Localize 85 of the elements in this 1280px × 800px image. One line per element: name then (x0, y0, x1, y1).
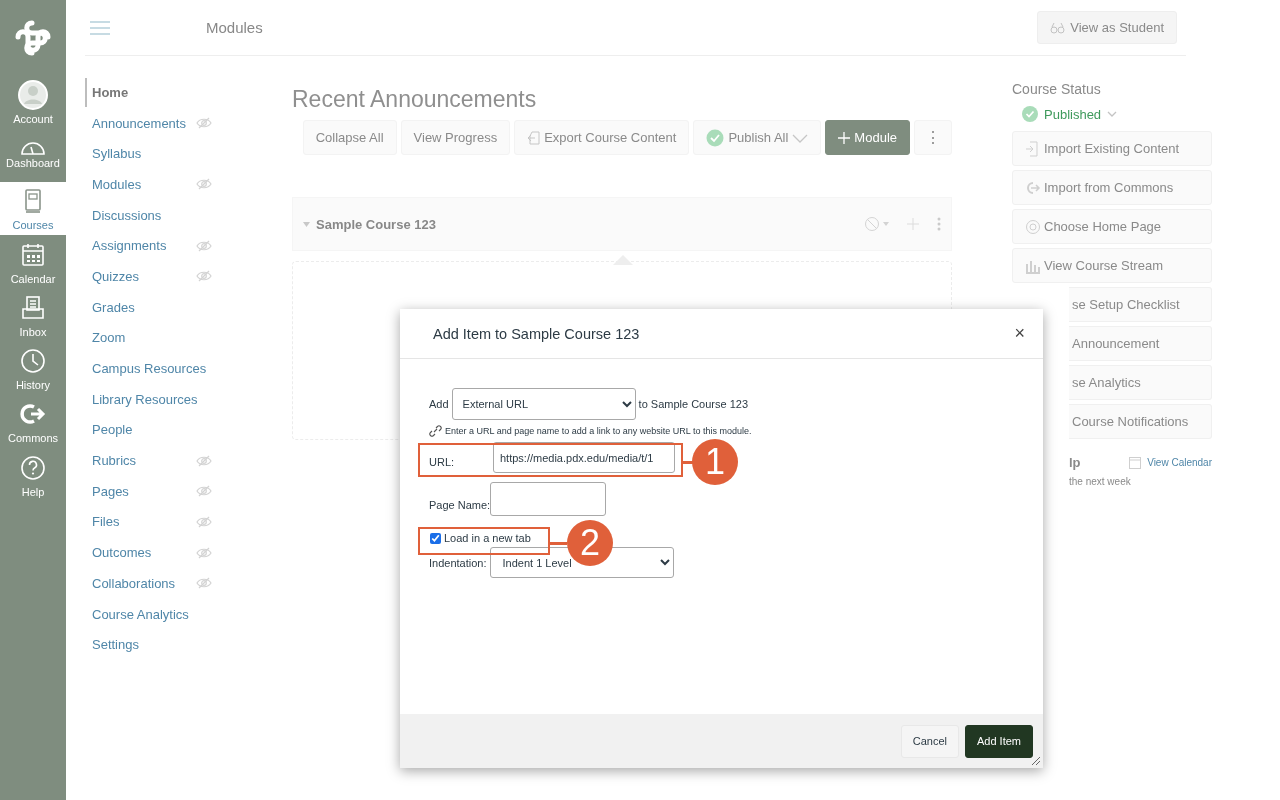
course-nav-link[interactable]: Discussions (85, 200, 162, 230)
section-heading: lp (1069, 455, 1081, 470)
checkbox-label: Load in a new tab (444, 532, 531, 544)
kebab-icon[interactable] (937, 217, 941, 231)
view-as-student-button[interactable]: View as Student (1037, 11, 1177, 44)
nav-item[interactable]: History (0, 341, 66, 395)
sidebar-button[interactable]: Import Existing Content (1012, 131, 1212, 166)
sidebar-button[interactable]: Announcement (1069, 326, 1212, 361)
publish-all-button[interactable]: Publish All (693, 120, 822, 155)
course-nav-link[interactable]: Settings (85, 630, 139, 660)
nav-item[interactable]: Courses (0, 181, 66, 235)
course-nav-link[interactable]: People (85, 415, 133, 445)
plus-icon (838, 131, 851, 144)
sidebar-button[interactable]: Import from Commons (1012, 170, 1212, 205)
target-icon (1025, 218, 1041, 235)
toolbar-button[interactable]: View Progress (400, 120, 511, 155)
field-label: to Sample Course 123 (638, 398, 749, 410)
course-nav-link[interactable]: Home (85, 77, 129, 107)
unpublished-icon[interactable] (865, 217, 889, 231)
course-nav-link[interactable]: Outcomes (85, 538, 152, 568)
more-button[interactable]: ⋮ (914, 120, 952, 155)
course-nav-link[interactable]: Campus Resources (85, 354, 207, 384)
nav-item[interactable]: Dashboard (0, 128, 66, 182)
sidebar-button[interactable]: View Course Stream (1012, 248, 1212, 283)
page-name-field[interactable] (490, 482, 607, 516)
course-nav-link[interactable]: Zoom (85, 323, 126, 353)
view-calendar-link[interactable]: View Calendar (1129, 456, 1212, 469)
course-nav-link[interactable]: Assignments (85, 231, 167, 261)
breadcrumb[interactable]: Modules (206, 19, 263, 36)
module-name: Sample Course 123 (316, 216, 436, 232)
field-label: URL: (429, 456, 456, 470)
gauge-icon (21, 140, 45, 155)
course-nav-link[interactable]: Quizzes (85, 261, 139, 291)
nav-item[interactable]: Commons (0, 394, 66, 449)
section-heading: Course Status (1012, 81, 1102, 97)
sidebar-button[interactable]: se Analytics (1069, 365, 1212, 400)
field-label: Page Name: (429, 499, 491, 513)
export-icon (527, 129, 541, 146)
course-nav-link[interactable]: Syllabus (85, 139, 142, 169)
add-module-button[interactable]: Module (825, 120, 910, 155)
add-item-button[interactable]: Add Item (964, 724, 1033, 758)
menu-icon[interactable] (90, 20, 110, 35)
close-button[interactable]: × (1010, 323, 1029, 344)
page-title: Recent Announcements (292, 86, 538, 114)
resize-grip-icon[interactable] (1030, 755, 1041, 766)
todo-note: the next week (1068, 476, 1132, 487)
cancel-button[interactable]: Cancel (900, 724, 959, 758)
sidebar-button[interactable]: se Setup Checklist (1069, 287, 1212, 322)
status-dropdown[interactable]: Published (1022, 106, 1212, 122)
arrow-icon (1025, 179, 1041, 196)
course-nav-link[interactable]: Grades (85, 292, 135, 322)
course-nav-link[interactable]: Rubrics (85, 446, 137, 476)
item-type-select[interactable]: External URL (451, 388, 636, 420)
course-nav-link[interactable]: Collaborations (85, 568, 176, 598)
course-nav-link[interactable]: Announcements (85, 108, 186, 138)
course-nav-link[interactable]: Files (85, 507, 120, 537)
url-field[interactable]: https://media.pdx.edu/media/t/1 (493, 442, 675, 473)
caret-icon (1107, 111, 1118, 117)
link-icon (429, 424, 442, 437)
step-number: 1 (692, 439, 738, 485)
nav-item[interactable]: Help (0, 448, 66, 502)
field-label: Indentation: (429, 556, 487, 569)
hint-text: Enter a URL and page name to add a link to any website URL to this module. (445, 425, 752, 436)
caret-icon[interactable] (303, 221, 310, 227)
nav-item[interactable]: Account (0, 75, 66, 129)
sidebar-button[interactable]: Course Notifications (1069, 404, 1212, 439)
nav-item[interactable]: Inbox (0, 288, 66, 342)
course-nav-link[interactable]: Course Analytics (85, 599, 189, 629)
course-nav-link[interactable]: Modules (85, 169, 142, 199)
export-button[interactable]: Export Course Content (514, 120, 690, 155)
calendar-icon (1129, 456, 1142, 469)
check-icon (1022, 106, 1038, 122)
toolbar-button[interactable]: Collapse All (302, 120, 397, 155)
caret-icon (792, 132, 809, 143)
dialog-title: Add Item to Sample Course 123 (433, 325, 640, 342)
course-nav-link[interactable]: Pages (85, 476, 129, 506)
course-nav-link[interactable]: Library Resources (85, 384, 198, 414)
field-label: Add (429, 398, 449, 410)
nav-item[interactable]: Calendar (0, 234, 66, 289)
avatar-icon (17, 78, 49, 111)
new-tab-checkbox[interactable] (430, 532, 441, 544)
check-icon (706, 128, 725, 147)
sidebar-button[interactable]: Choose Home Page (1012, 209, 1212, 244)
import-icon (1025, 140, 1041, 157)
glasses-icon (1050, 21, 1066, 34)
